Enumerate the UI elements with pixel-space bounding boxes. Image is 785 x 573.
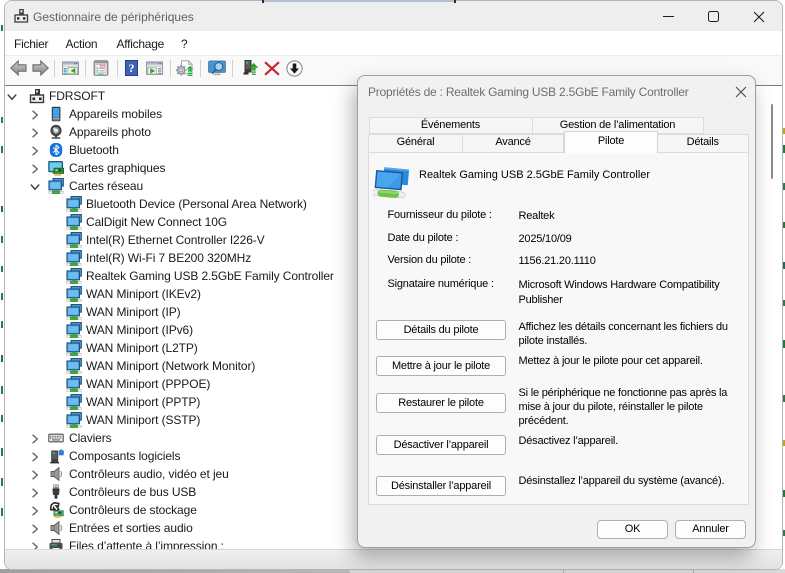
svg-text:?: ? bbox=[128, 61, 134, 75]
